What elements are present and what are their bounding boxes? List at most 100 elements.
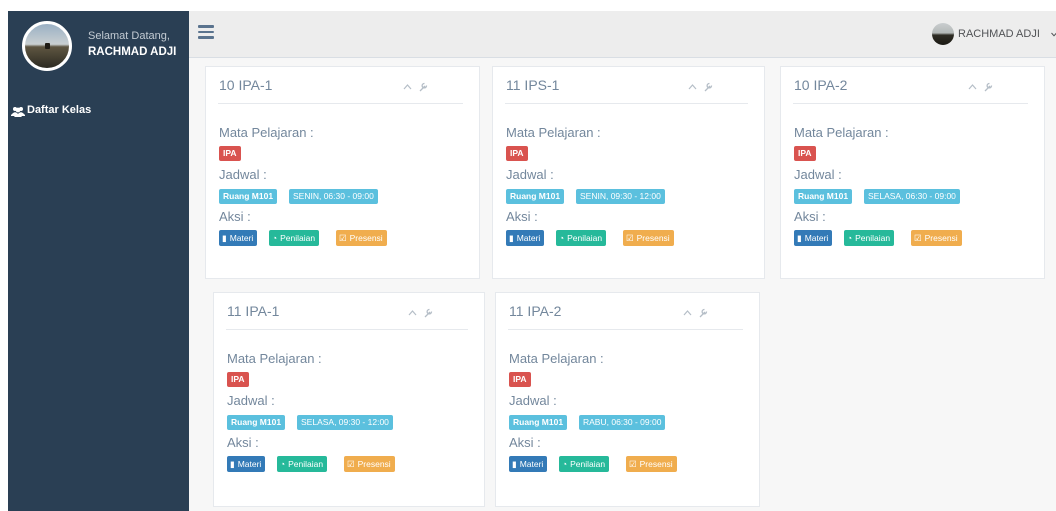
presensi-button[interactable]: ☑ Presensi — [336, 230, 387, 246]
button-label: Materi — [237, 459, 262, 469]
class-card: 11 IPA-1 Mata Pelajaran : IPA Jadwal : Ruang… — [213, 292, 485, 507]
materi-button[interactable]: ▮ Materi — [219, 230, 258, 246]
room-badge: Ruang M101 — [219, 189, 278, 204]
action-label: Aksi : — [794, 209, 826, 224]
action-label: Aksi : — [219, 209, 251, 224]
card-divider — [505, 103, 748, 104]
presensi-button[interactable]: ☑ Presensi — [344, 456, 395, 472]
materi-button[interactable]: ▮ Materi — [794, 230, 833, 246]
materi-button[interactable]: ▮ Materi — [506, 230, 545, 246]
wrench-icon[interactable] — [698, 307, 709, 318]
menu-toggle-icon[interactable] — [198, 25, 216, 39]
sidebar-item-label: Daftar Kelas — [27, 104, 92, 116]
schedule-badge: RABU, 06:30 - 09:00 — [579, 415, 666, 430]
chart-icon: ◔ — [847, 233, 853, 243]
schedule-badge: SELASA, 09:30 - 12:00 — [297, 415, 393, 430]
presensi-button[interactable]: ☑ Presensi — [626, 456, 677, 472]
action-label: Aksi : — [509, 435, 541, 450]
subject-badge: IPA — [219, 146, 241, 161]
card-divider — [793, 103, 1028, 104]
user-menu-name: RACHMAD ADJI — [958, 28, 1040, 40]
collapse-icon[interactable] — [408, 309, 417, 316]
room-badge: Ruang M101 — [509, 415, 568, 430]
subject-badge: IPA — [794, 146, 816, 161]
card-tools — [408, 307, 436, 319]
card-divider — [226, 329, 468, 330]
edit-icon: ☑ — [914, 233, 922, 243]
card-divider — [218, 103, 463, 104]
sidebar-item-daftar-kelas[interactable]: Daftar Kelas — [8, 100, 189, 124]
schedule-label: Jadwal : — [509, 393, 557, 408]
subject-label: Mata Pelajaran : — [509, 351, 604, 366]
wrench-icon[interactable] — [703, 81, 714, 92]
book-icon: ▮ — [509, 233, 514, 243]
penilaian-button[interactable]: ◔ Penilaian — [269, 230, 320, 246]
subject-label: Mata Pelajaran : — [794, 125, 889, 140]
edit-icon: ☑ — [339, 233, 347, 243]
schedule-label: Jadwal : — [227, 393, 275, 408]
chart-icon: ◔ — [559, 233, 565, 243]
schedule-label: Jadwal : — [506, 167, 554, 182]
penilaian-button[interactable]: ◔ Penilaian — [559, 456, 610, 472]
button-label: Penilaian — [570, 459, 606, 469]
schedule-badge: SENIN, 06:30 - 09:00 — [289, 189, 378, 204]
wrench-icon[interactable] — [983, 81, 994, 92]
card-divider — [508, 329, 743, 330]
class-card: 11 IPA-2 Mata Pelajaran : IPA Jadwal : Ruang… — [495, 292, 760, 507]
button-label: Presensi — [924, 233, 958, 243]
room-badge: Ruang M101 — [227, 415, 286, 430]
book-icon: ▮ — [222, 233, 227, 243]
collapse-icon[interactable] — [403, 83, 412, 90]
card-tools — [968, 81, 996, 93]
button-label: Presensi — [349, 233, 383, 243]
chart-icon: ◔ — [272, 233, 278, 243]
penilaian-button[interactable]: ◔ Penilaian — [844, 230, 895, 246]
schedule-label: Jadwal : — [794, 167, 842, 182]
card-tools — [683, 307, 711, 319]
button-label: Materi — [229, 233, 254, 243]
subject-label: Mata Pelajaran : — [506, 125, 601, 140]
collapse-icon[interactable] — [683, 309, 692, 316]
card-title: 10 IPA-2 — [794, 77, 848, 93]
class-card: 10 IPA-2 Mata Pelajaran : IPA Jadwal : Ruang… — [780, 66, 1045, 279]
users-icon — [11, 107, 25, 117]
greeting-text: Selamat Datang, — [88, 30, 170, 42]
button-label: Penilaian — [567, 233, 603, 243]
presensi-button[interactable]: ☑ Presensi — [911, 230, 962, 246]
book-icon: ▮ — [512, 459, 517, 469]
sidebar: Selamat Datang, RACHMAD ADJI Daftar Kela… — [8, 11, 189, 511]
materi-button[interactable]: ▮ Materi — [227, 456, 266, 472]
chart-icon: ◔ — [280, 459, 286, 469]
action-label: Aksi : — [227, 435, 259, 450]
collapse-icon[interactable] — [968, 83, 977, 90]
collapse-icon[interactable] — [688, 83, 697, 90]
class-card: 10 IPA-1 Mata Pelajaran : IPA Jadwal : Ruang… — [205, 66, 480, 279]
room-badge: Ruang M101 — [794, 189, 853, 204]
button-label: Materi — [804, 233, 829, 243]
button-label: Presensi — [357, 459, 391, 469]
wrench-icon[interactable] — [418, 81, 429, 92]
schedule-label: Jadwal : — [219, 167, 267, 182]
wrench-icon[interactable] — [423, 307, 434, 318]
penilaian-button[interactable]: ◔ Penilaian — [556, 230, 607, 246]
card-title: 11 IPS-1 — [506, 77, 560, 93]
button-label: Penilaian — [288, 459, 324, 469]
edit-icon: ☑ — [626, 233, 634, 243]
penilaian-button[interactable]: ◔ Penilaian — [277, 456, 328, 472]
profile-panel: Selamat Datang, RACHMAD ADJI — [18, 15, 189, 77]
top-navbar: RACHMAD ADJI — [189, 11, 1056, 58]
button-label: Penilaian — [280, 233, 316, 243]
card-title: 11 IPA-2 — [509, 303, 562, 319]
card-title: 10 IPA-1 — [219, 77, 273, 93]
materi-button[interactable]: ▮ Materi — [509, 456, 548, 472]
book-icon: ▮ — [797, 233, 802, 243]
presensi-button[interactable]: ☑ Presensi — [623, 230, 674, 246]
subject-label: Mata Pelajaran : — [227, 351, 322, 366]
card-tools — [688, 81, 716, 93]
user-menu[interactable]: RACHMAD ADJI — [932, 23, 1056, 47]
subject-badge: IPA — [227, 372, 249, 387]
book-icon: ▮ — [230, 459, 235, 469]
button-label: Presensi — [639, 459, 673, 469]
profile-name: RACHMAD ADJI — [88, 46, 177, 58]
class-card: 11 IPS-1 Mata Pelajaran : IPA Jadwal : Ruang… — [492, 66, 765, 279]
